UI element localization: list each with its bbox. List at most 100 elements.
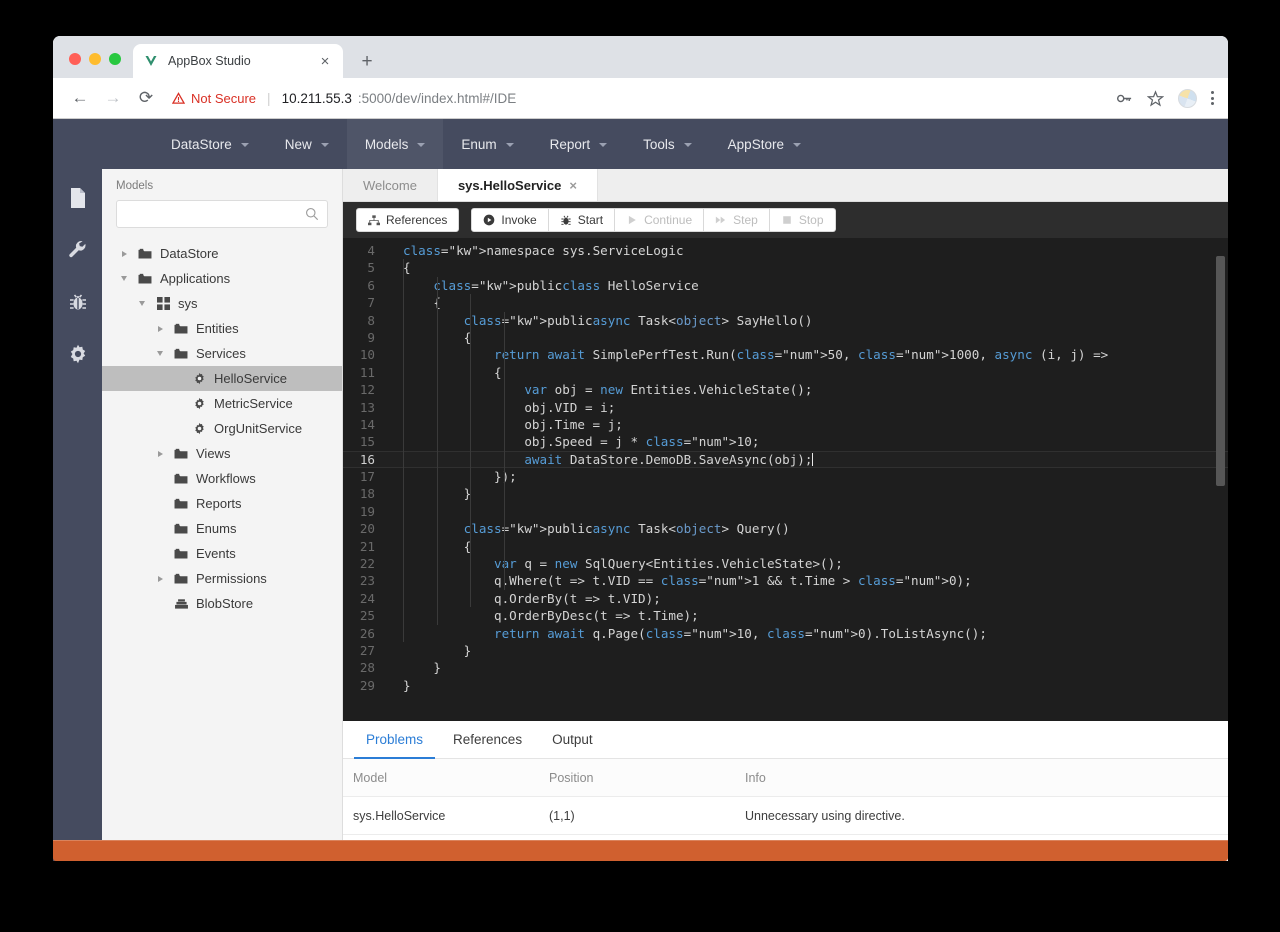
continue-button[interactable]: Continue: [615, 208, 705, 232]
chevron-right-icon[interactable]: [154, 450, 166, 457]
tree-item-services[interactable]: Services: [102, 341, 342, 366]
stop-button[interactable]: Stop: [769, 208, 836, 232]
wrench-icon[interactable]: [65, 237, 91, 263]
file-icon[interactable]: [65, 185, 91, 211]
menu-item-appstore[interactable]: AppStore: [710, 119, 819, 169]
invoke-button[interactable]: Invoke: [471, 208, 549, 232]
tree-item-enums[interactable]: Enums: [102, 516, 342, 541]
tree-item-label: Services: [196, 346, 246, 361]
menu-item-report[interactable]: Report: [532, 119, 626, 169]
chevron-down-icon[interactable]: [154, 351, 166, 356]
line-text: class="kw">namespace: [403, 243, 555, 258]
gear-icon: [191, 372, 207, 385]
browser-tabstrip: AppBox Studio × +: [53, 36, 1228, 78]
tree-item-permissions[interactable]: Permissions: [102, 566, 342, 591]
profile-avatar[interactable]: [1178, 88, 1197, 108]
gear-icon[interactable]: [65, 341, 91, 367]
tree-item-metricservice[interactable]: MetricService: [102, 391, 342, 416]
tab-references[interactable]: References: [438, 721, 537, 758]
chevron-down-icon: [240, 143, 249, 147]
browser-tab[interactable]: AppBox Studio ×: [133, 44, 343, 78]
close-icon[interactable]: ×: [317, 53, 333, 69]
search-input[interactable]: [125, 207, 305, 221]
menu-item-enum[interactable]: Enum: [443, 119, 531, 169]
tree-item-datastore[interactable]: DataStore: [102, 241, 342, 266]
menu-item-new[interactable]: New: [267, 119, 347, 169]
problems-table: Model Position Info sys.HelloService (1,…: [343, 759, 1228, 835]
tree-item-orgunitservice[interactable]: OrgUnitService: [102, 416, 342, 441]
tree-item-workflows[interactable]: Workflows: [102, 466, 342, 491]
code-line: 14 obj.Time = j;: [343, 416, 1228, 433]
code-content[interactable]: 4 class="kw">namespace sys.ServiceLogic 5{…: [343, 238, 1228, 721]
code-line: 11 {: [343, 364, 1228, 381]
step-button[interactable]: Step: [704, 208, 770, 232]
editor-tab-welcome[interactable]: Welcome: [343, 169, 438, 201]
editor-tab-helloservice[interactable]: sys.HelloService ×: [437, 169, 598, 201]
folder-icon: [173, 498, 189, 510]
editor-scrollbar[interactable]: [1216, 256, 1225, 486]
tree-item-sys[interactable]: sys: [102, 291, 342, 316]
tab-output[interactable]: Output: [537, 721, 608, 758]
chevron-right-icon[interactable]: [154, 325, 166, 332]
line-text: class="kw">public: [463, 521, 593, 537]
menu-item-tools[interactable]: Tools: [625, 119, 710, 169]
tab-problems[interactable]: Problems: [351, 721, 438, 759]
editor-area: Welcome sys.HelloService × References In…: [343, 169, 1228, 861]
bug-icon[interactable]: [65, 289, 91, 315]
start-button[interactable]: Start: [548, 208, 616, 232]
models-search-box[interactable]: [116, 200, 328, 228]
forward-icon[interactable]: →: [98, 83, 128, 113]
search-icon[interactable]: [305, 207, 319, 221]
url-path: :5000/dev/index.html#/IDE: [357, 90, 517, 106]
tree-item-label: Enums: [196, 521, 237, 536]
key-icon[interactable]: [1116, 90, 1133, 107]
new-tab-button[interactable]: +: [353, 47, 381, 75]
menu-item-models[interactable]: Models: [346, 119, 444, 169]
browser-omnibar: ← → ⟳ Not Secure | 10.211.55.3:5000/dev/…: [53, 78, 1228, 119]
tree-item-applications[interactable]: Applications: [102, 266, 342, 291]
tree-item-label: Workflows: [196, 471, 256, 486]
code-editor[interactable]: 4 class="kw">namespace sys.ServiceLogic 5{…: [343, 238, 1228, 721]
line-number: 25: [359, 608, 375, 624]
tree-item-label: Permissions: [196, 571, 267, 586]
line-text: }: [403, 677, 411, 693]
line-number: 11: [359, 364, 375, 380]
code-line: 16 await DataStore.DemoDB.SaveAsync(obj)…: [343, 450, 1228, 469]
chevron-right-icon[interactable]: [118, 250, 130, 257]
close-window-button[interactable]: [69, 53, 81, 65]
references-button[interactable]: References: [356, 208, 460, 232]
line-number: 23: [359, 573, 375, 589]
bookmark-star-icon[interactable]: [1147, 89, 1164, 107]
cell-model: sys.HelloService: [353, 808, 446, 823]
line-text: class="kw">public: [463, 312, 593, 328]
app-menu-bar: DataStore New Models Enum Report Tools A…: [53, 119, 1228, 169]
chevron-right-icon[interactable]: [154, 575, 166, 582]
app-body: Models DataStore Applications sys Entities S…: [53, 169, 1228, 861]
menu-item-label: Report: [549, 136, 591, 152]
back-icon[interactable]: ←: [65, 83, 95, 113]
chevron-down-icon: [417, 143, 426, 147]
tree-item-helloservice[interactable]: HelloService: [102, 366, 342, 391]
table-row[interactable]: sys.HelloService (1,1) Unnecessary using…: [343, 797, 1228, 835]
tree-item-reports[interactable]: Reports: [102, 491, 342, 516]
chevron-down-icon[interactable]: [136, 301, 148, 306]
tree-item-views[interactable]: Views: [102, 441, 342, 466]
line-number: 12: [359, 382, 375, 398]
menu-item-label: AppStore: [727, 136, 784, 152]
close-icon[interactable]: ×: [569, 178, 577, 193]
chevron-down-icon[interactable]: [118, 276, 130, 281]
reload-icon[interactable]: ⟳: [131, 83, 161, 113]
address-bar[interactable]: Not Secure | 10.211.55.3:5000/dev/index.…: [172, 84, 1113, 112]
code-line: 5{: [343, 259, 1228, 276]
line-number: 28: [359, 660, 375, 676]
maximize-window-button[interactable]: [109, 53, 121, 65]
menu-item-label: New: [284, 136, 312, 152]
tree-item-entities[interactable]: Entities: [102, 316, 342, 341]
tab-label: References: [453, 732, 523, 747]
table-header-row: Model Position Info: [343, 759, 1228, 797]
browser-menu-icon[interactable]: [1211, 91, 1214, 105]
tree-item-events[interactable]: Events: [102, 541, 342, 566]
minimize-window-button[interactable]: [89, 53, 101, 65]
tree-item-blobstore[interactable]: BlobStore: [102, 591, 342, 616]
menu-item-datastore[interactable]: DataStore: [153, 119, 267, 169]
